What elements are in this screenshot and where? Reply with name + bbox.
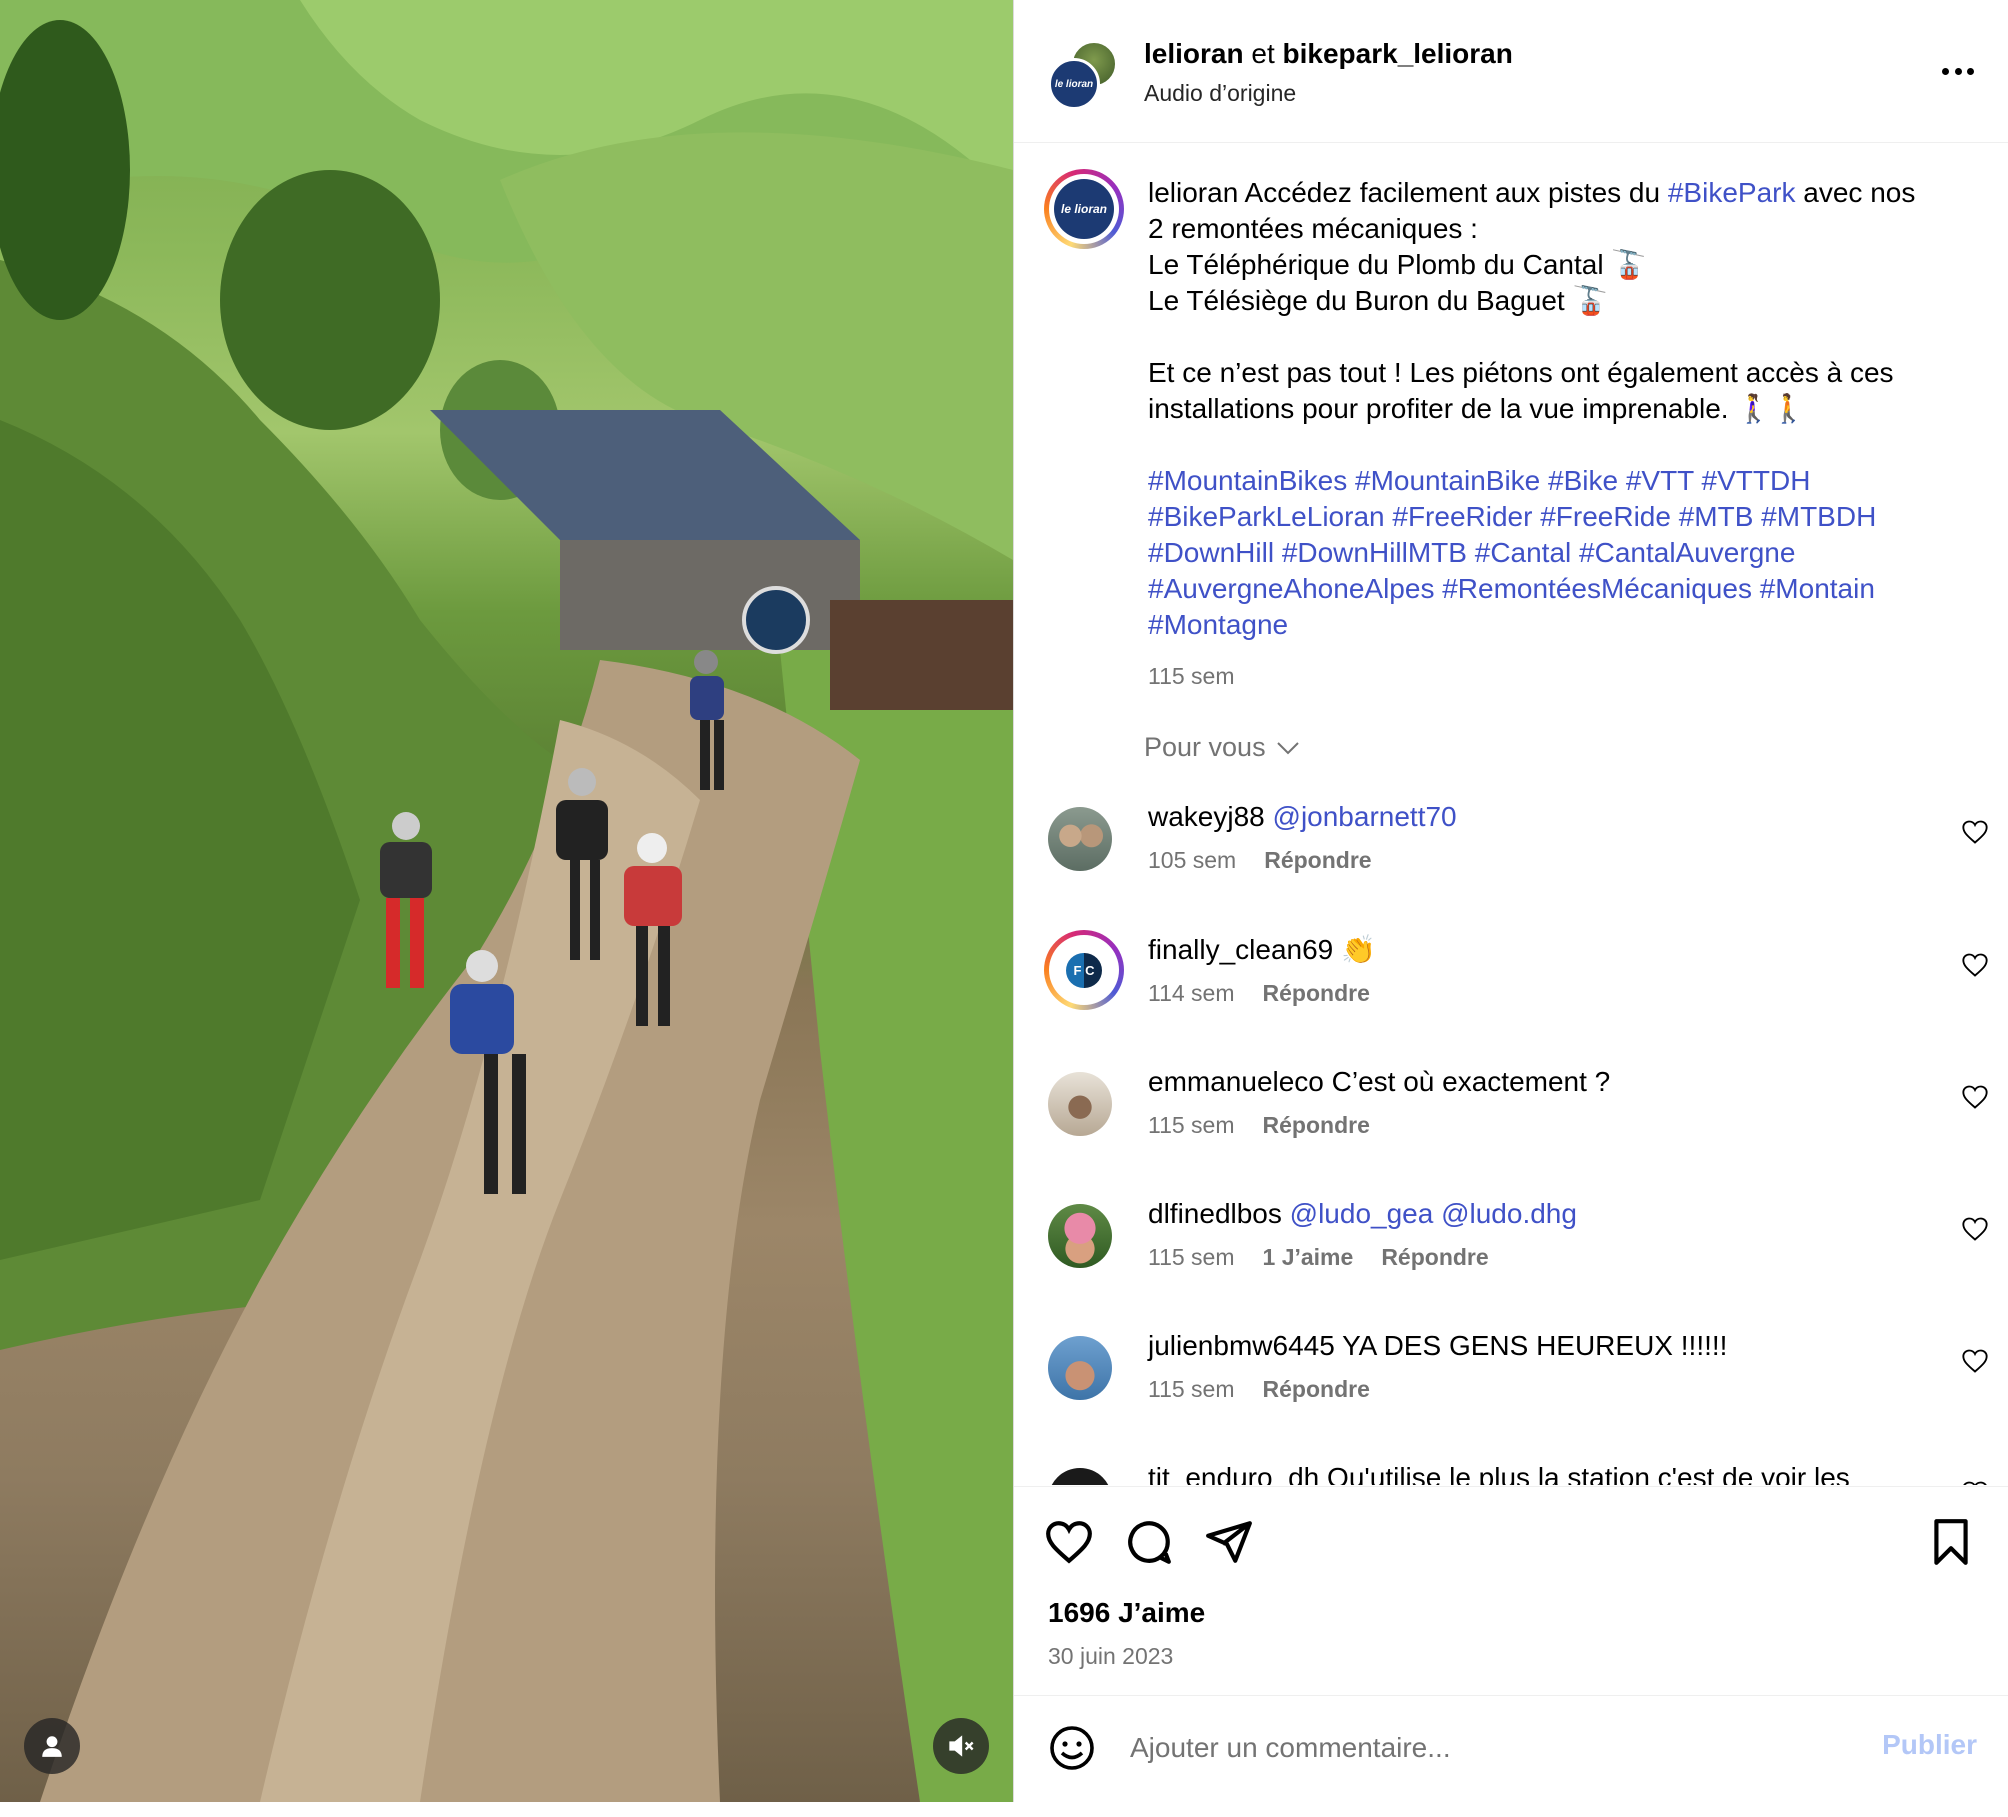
reply-button[interactable]: Répondre: [1263, 1376, 1370, 1403]
comments-scroll-area[interactable]: le lioran lelioran Accédez facilement au…: [1014, 143, 2008, 1485]
comment-likes[interactable]: 1 J’aime: [1263, 1244, 1354, 1271]
caption-author-avatar[interactable]: le lioran: [1044, 169, 1124, 249]
post-actions: 1696 J’aime 30 juin 2023 Publier: [1014, 1486, 2008, 1817]
comment-icon[interactable]: [1124, 1517, 1174, 1567]
post-panel: le lioran lelioran et bikepark_lelioran …: [1013, 0, 2008, 1802]
chevron-down-icon: [1276, 741, 1299, 754]
user-tag-button[interactable]: [24, 1718, 80, 1774]
comment-time: 114 sem: [1148, 980, 1235, 1006]
heart-icon[interactable]: [1961, 1084, 1989, 1110]
comment-text: Qu'utilise le plus la station c'est de v…: [1327, 1462, 1850, 1485]
comment-text: YA DES GENS HEUREUX !!!!!!: [1342, 1330, 1728, 1361]
heart-icon[interactable]: [1961, 1480, 1989, 1485]
post-header: le lioran lelioran et bikepark_lelioran …: [1014, 0, 2008, 143]
caption-text: avec nos: [1803, 177, 1916, 208]
heart-icon[interactable]: [1961, 1348, 1989, 1374]
caption-text: installations pour profiter de la vue im…: [1148, 393, 1807, 424]
comment-text: 👏: [1341, 934, 1376, 965]
comment-time: 115 sem: [1148, 1244, 1235, 1270]
author-avatars[interactable]: le lioran: [1048, 40, 1118, 110]
comment-username[interactable]: finally_clean69: [1148, 934, 1333, 965]
mute-toggle-button[interactable]: [933, 1718, 989, 1774]
video-frame-illustration: [0, 0, 1013, 1802]
hashtags[interactable]: #MountainBikes #MountainBike #Bike #VTT …: [1148, 463, 1968, 499]
avatar-logo-text: le lioran: [1060, 202, 1107, 216]
coauthor-username[interactable]: bikepark_lelioran: [1283, 38, 1513, 69]
author-avatar[interactable]: le lioran: [1048, 58, 1100, 110]
mute-icon: [949, 1735, 974, 1757]
comment-item: wakeyj88 @jonbarnett70 105 sem Répondre: [1014, 799, 2008, 919]
likes-count[interactable]: 1696 J’aime: [1048, 1597, 1205, 1629]
hashtags[interactable]: #DownHill #DownHillMTB #Cantal #CantalAu…: [1148, 535, 1968, 571]
comment-avatar[interactable]: [1048, 1072, 1112, 1136]
emoji-icon[interactable]: [1048, 1724, 1096, 1772]
reply-button[interactable]: Répondre: [1264, 847, 1371, 874]
comment-mention[interactable]: @jonbarnett70: [1273, 801, 1457, 832]
avatar-initials: F C: [1065, 952, 1103, 988]
comment-item: F C finally_clean69 👏 114 sem Répondre: [1014, 930, 2008, 1052]
caption-text: Le Téléphérique du Plomb du Cantal 🚡: [1148, 249, 1647, 280]
more-options-button[interactable]: [1935, 58, 1981, 84]
comment-time: 115 sem: [1148, 1376, 1235, 1402]
reply-button[interactable]: Répondre: [1263, 1112, 1370, 1139]
authors-conjunction: et: [1251, 38, 1275, 69]
hashtag-link[interactable]: #BikePark: [1668, 177, 1796, 208]
comment-item: tit_enduro_dh Qu'utilise le plus la stat…: [1014, 1460, 2008, 1485]
heart-icon[interactable]: [1044, 1517, 1094, 1567]
hashtags[interactable]: #BikeParkLeLioran #FreeRider #FreeRide #…: [1148, 499, 1968, 535]
comment-avatar[interactable]: [1048, 1468, 1112, 1485]
share-icon[interactable]: [1204, 1517, 1254, 1567]
heart-icon[interactable]: [1961, 1216, 1989, 1242]
comment-item: dlfinedlbos @ludo_gea @ludo.dhg 115 sem 1…: [1014, 1196, 2008, 1316]
post-caption: lelioran Accédez facilement aux pistes d…: [1148, 175, 1968, 643]
post-authors: lelioran et bikepark_lelioran: [1144, 38, 1513, 70]
hashtags[interactable]: #Montagne: [1148, 607, 1968, 643]
heart-icon[interactable]: [1961, 819, 1989, 845]
comment-mention[interactable]: @ludo_gea @ludo.dhg: [1290, 1198, 1577, 1229]
user-tag-icon: [42, 1736, 62, 1757]
publish-button[interactable]: Publier: [1876, 1728, 1983, 1762]
comment-username[interactable]: dlfinedlbos: [1148, 1198, 1282, 1229]
caption-text: 2 remontées mécaniques :: [1148, 213, 1478, 244]
comment-avatar[interactable]: [1048, 807, 1112, 871]
comment-username[interactable]: tit_enduro_dh: [1148, 1462, 1319, 1485]
more-options-icon: [1942, 67, 1974, 75]
comments-filter-dropdown[interactable]: Pour vous: [1144, 732, 1300, 763]
comment-text: C’est où exactement ?: [1331, 1066, 1611, 1097]
comment-avatar[interactable]: [1048, 1336, 1112, 1400]
avatar-logo-text: le lioran: [1054, 78, 1094, 90]
caption-timestamp: 115 sem: [1148, 663, 1235, 689]
comment-avatar[interactable]: [1048, 1204, 1112, 1268]
post-date: 30 juin 2023: [1048, 1643, 1174, 1669]
comment-item: julienbmw6445 YA DES GENS HEUREUX !!!!!!…: [1014, 1328, 2008, 1448]
comment-item: emmanueleco C’est où exactement ? 115 se…: [1014, 1064, 2008, 1184]
hashtags[interactable]: #AuvergneAhoneAlpes #RemontéesMécaniques…: [1148, 571, 1968, 607]
caption-text: Le Télésiège du Buron du Baguet 🚡: [1148, 285, 1608, 316]
comment-username[interactable]: julienbmw6445: [1148, 1330, 1335, 1361]
author-username[interactable]: lelioran: [1144, 38, 1244, 69]
caption-text: Et ce n’est pas tout ! Les piétons ont é…: [1148, 357, 1894, 388]
comment-username[interactable]: wakeyj88: [1148, 801, 1265, 832]
comment-avatar[interactable]: F C: [1044, 930, 1124, 1010]
bookmark-icon[interactable]: [1926, 1517, 1976, 1567]
filter-label: Pour vous: [1144, 732, 1266, 762]
audio-label[interactable]: Audio d’origine: [1144, 80, 1296, 107]
caption-username[interactable]: lelioran: [1148, 177, 1238, 208]
heart-icon[interactable]: [1961, 952, 1989, 978]
reply-button[interactable]: Répondre: [1381, 1244, 1488, 1271]
reply-button[interactable]: Répondre: [1263, 980, 1370, 1007]
comment-input[interactable]: [1128, 1722, 1772, 1774]
caption-text: Accédez facilement aux pistes du: [1244, 177, 1661, 208]
comment-username[interactable]: emmanueleco: [1148, 1066, 1324, 1097]
comment-composer: Publier: [1014, 1695, 2008, 1806]
comment-time: 105 sem: [1148, 847, 1237, 873]
post-video[interactable]: [0, 0, 1013, 1802]
comment-time: 115 sem: [1148, 1112, 1235, 1138]
